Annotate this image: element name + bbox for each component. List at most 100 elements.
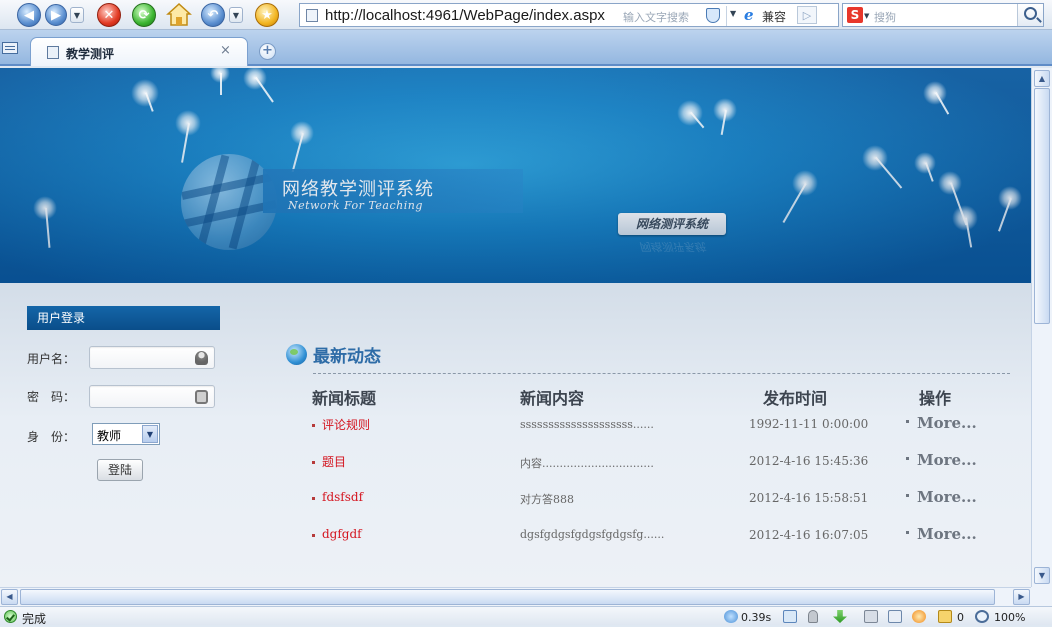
news-item-date: 1992-11-11 0:00:00 (749, 417, 869, 431)
site-banner: 网络教学测评系统 Network For Teaching 网络测评系统 网络测… (0, 68, 1031, 283)
system-badge: 网络测评系统 (618, 213, 726, 235)
more-link[interactable]: More... (917, 414, 977, 432)
notification-icon[interactable] (938, 610, 952, 623)
chevron-down-icon[interactable]: ▼ (142, 425, 158, 443)
page-icon (306, 9, 318, 22)
tab-title: 教学测评 (66, 47, 115, 61)
page-icon[interactable] (783, 610, 797, 623)
ie-icon: e (744, 6, 754, 24)
stop-button[interactable]: ✕ (97, 3, 121, 27)
news-item-title[interactable]: fdsfsdf (322, 490, 363, 504)
password-field[interactable] (89, 385, 215, 408)
history-dropdown[interactable]: ▼ (70, 7, 84, 23)
go-button[interactable]: ▷ (797, 6, 817, 24)
username-field[interactable] (89, 346, 215, 369)
undo-close-button[interactable]: ↶ (201, 3, 225, 27)
column-header-date: 发布时间 (763, 389, 828, 408)
address-hint: 输入文字搜索 (623, 11, 689, 24)
address-url[interactable]: http://localhost:4961/WebPage/index.aspx (325, 7, 605, 24)
scroll-thumb[interactable] (20, 589, 995, 605)
address-dropdown[interactable]: ▼ (730, 9, 736, 18)
undo-icon: ↶ (207, 7, 219, 23)
favorites-button[interactable]: ★ (255, 3, 279, 27)
compat-mode-button[interactable]: 兼容 (762, 8, 786, 25)
play-icon: ▷ (802, 8, 812, 22)
bullet-icon (906, 494, 909, 497)
news-item-content: 对方答888 (520, 493, 574, 506)
search-engine-logo[interactable]: S (847, 7, 863, 23)
forward-button[interactable]: ▶ (45, 4, 67, 26)
role-select[interactable]: 教师 ▼ (92, 423, 160, 445)
browser-toolbar: ◀ ▶ ▼ ✕ ⟳ ↶ ▼ ★ http://localhost:4961/We… (0, 0, 1052, 30)
column-header-content: 新闻内容 (520, 389, 585, 408)
scroll-down-button[interactable]: ▼ (1034, 567, 1050, 584)
star-icon: ★ (261, 7, 273, 23)
close-icon[interactable]: × (220, 43, 231, 58)
chevron-down-icon: ▼ (232, 10, 240, 20)
speed-icon (724, 610, 738, 623)
system-badge-reflection: 网络测评系统 (639, 240, 705, 253)
news-item-content: dgsfgdgsfgdgsfgdgsfg...... (520, 528, 665, 541)
bullet-icon (906, 457, 909, 460)
news-item-date: 2012-4-16 15:58:51 (749, 491, 869, 505)
news-item-content: ssssssssssssssssssss...... (520, 418, 654, 431)
search-input[interactable]: 搜狗 (874, 9, 896, 25)
more-link[interactable]: More... (917, 525, 977, 543)
done-icon (4, 610, 17, 623)
bullet-icon (312, 424, 315, 427)
news-item-date: 2012-4-16 16:07:05 (749, 528, 869, 542)
news-item-date: 2012-4-16 15:45:36 (749, 454, 869, 468)
refresh-icon: ⟳ (138, 7, 150, 23)
password-label: 密 码： (27, 390, 76, 404)
speaker-icon[interactable] (864, 610, 878, 623)
undo-dropdown[interactable]: ▼ (229, 7, 243, 23)
news-divider (313, 373, 1010, 374)
chevron-left-icon: ◀ (6, 592, 13, 601)
title-strip (263, 169, 523, 213)
notification-count: 0 (957, 611, 964, 624)
address-bar[interactable]: http://localhost:4961/WebPage/index.aspx… (299, 3, 839, 27)
bullet-icon (906, 420, 909, 423)
vertical-scrollbar[interactable]: ▲ ▼ (1031, 68, 1052, 587)
bullet-icon (312, 461, 315, 464)
mouse-icon[interactable] (808, 610, 818, 623)
scroll-up-button[interactable]: ▲ (1034, 70, 1050, 87)
zoom-level[interactable]: 100% (994, 611, 1025, 624)
news-title: 最新动态 (313, 347, 381, 367)
login-button[interactable]: 登陆 (97, 459, 143, 481)
role-value: 教师 (97, 429, 122, 443)
status-text: 完成 (22, 612, 47, 626)
window-icon[interactable] (888, 610, 902, 623)
globe-icon (181, 154, 277, 250)
news-item-title[interactable]: 题目 (322, 453, 346, 470)
news-item-title[interactable]: dgfgdf (322, 527, 362, 541)
system-title: 网络教学测评系统 (282, 179, 434, 200)
tab-list-icon[interactable] (2, 42, 18, 54)
scroll-thumb[interactable] (1034, 88, 1050, 324)
back-button[interactable]: ◀ (17, 3, 41, 27)
bullet-icon (312, 497, 315, 500)
scroll-right-button[interactable]: ▶ (1013, 589, 1030, 605)
more-link[interactable]: More... (917, 488, 977, 506)
new-tab-button[interactable]: + (259, 43, 276, 60)
zoom-icon[interactable] (975, 610, 989, 623)
shield-icon[interactable] (706, 8, 720, 23)
bullet-icon (906, 531, 909, 534)
chevron-up-icon: ▲ (1038, 74, 1046, 83)
news-item-title[interactable]: 评论规则 (322, 416, 370, 433)
home-button[interactable] (166, 2, 192, 28)
news-item-content: 内容................................ (520, 457, 654, 470)
chevron-down-icon[interactable]: ▼ (864, 12, 869, 20)
more-link[interactable]: More... (917, 451, 977, 469)
search-button[interactable] (1017, 4, 1043, 26)
username-label: 用户名： (27, 352, 76, 366)
search-box[interactable]: S ▼ 搜狗 (842, 3, 1044, 27)
page-icon (47, 46, 59, 59)
close-icon: ✕ (103, 7, 115, 23)
scroll-left-button[interactable]: ◀ (1, 589, 18, 605)
tab-active[interactable]: 教学测评 × (30, 37, 248, 66)
horizontal-scrollbar[interactable]: ◀ ▶ (0, 587, 1031, 606)
download-icon[interactable] (833, 610, 847, 623)
refresh-button[interactable]: ⟳ (132, 3, 156, 27)
eye-icon[interactable] (912, 610, 926, 623)
